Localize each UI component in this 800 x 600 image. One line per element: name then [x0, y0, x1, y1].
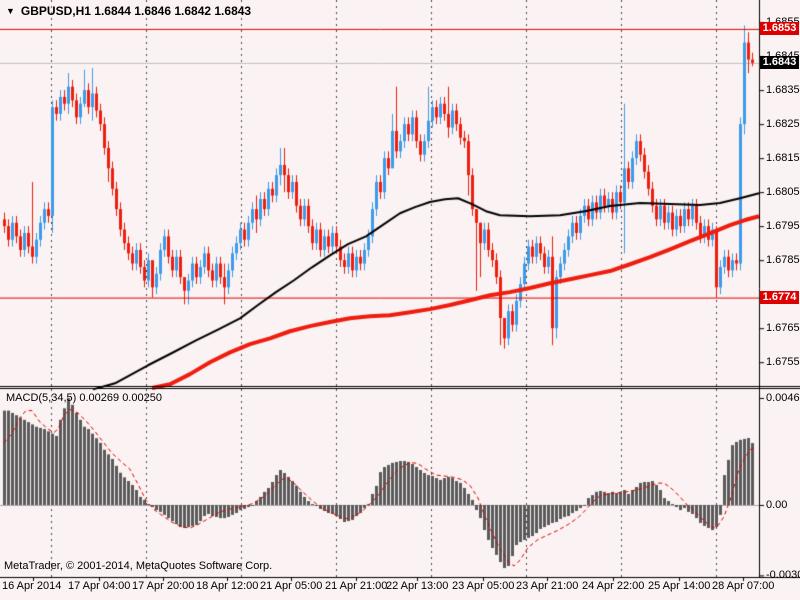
time-axis-label: 17 Apr 04:00: [68, 580, 130, 592]
macd-axis-tick-label: 0.00: [766, 499, 787, 511]
time-axis-label: 18 Apr 12:00: [196, 580, 258, 592]
time-axis-label: 21 Apr 05:00: [260, 580, 322, 592]
price-axis-tick-label: 1.6785: [766, 254, 800, 266]
price-axis-tick-label: 1.6755: [766, 356, 800, 368]
time-axis-label: 22 Apr 13:00: [386, 580, 448, 592]
price-level-badge: 1.6774: [760, 291, 799, 304]
chart-title-bar: ▼ GBPUSD,H1 1.6844 1.6846 1.6842 1.6843: [6, 4, 251, 18]
price-axis-tick-label: 1.6795: [766, 220, 800, 232]
time-axis-label: 23 Apr 21:00: [516, 580, 578, 592]
time-axis-label: 23 Apr 05:00: [452, 580, 514, 592]
macd-indicator-label: MACD(5,34,5) 0.00269 0.00250: [6, 392, 162, 404]
symbol-ohlc-title: GBPUSD,H1 1.6844 1.6846 1.6842 1.6843: [21, 4, 251, 18]
macd-axis-tick-label: 0.00465: [766, 392, 800, 404]
time-axis-label: 28 Apr 07:00: [712, 580, 774, 592]
price-chart-canvas[interactable]: [0, 0, 800, 600]
time-axis-label: 17 Apr 20:00: [132, 580, 194, 592]
time-axis-label: 24 Apr 22:00: [582, 580, 644, 592]
price-axis-tick-label: 1.6765: [766, 322, 800, 334]
time-axis-label: 21 Apr 21:00: [325, 580, 387, 592]
price-axis-tick-label: 1.6835: [766, 84, 800, 96]
chart-menu-arrow-icon[interactable]: ▼: [6, 6, 15, 16]
price-level-badge: 1.6853: [760, 22, 799, 35]
price-axis-tick-label: 1.6805: [766, 186, 800, 198]
price-axis-tick-label: 1.6825: [766, 118, 800, 130]
macd-signal-value: 0.00250: [122, 392, 162, 404]
time-axis-label: 16 Apr 2014: [2, 580, 61, 592]
macd-name: MACD(5,34,5): [6, 392, 76, 404]
time-axis-label: 25 Apr 14:00: [648, 580, 710, 592]
current-price-badge: 1.6843: [760, 56, 799, 69]
price-axis-tick-label: 1.6815: [766, 152, 800, 164]
copyright-text: MetaTrader, © 2001-2014, MetaQuotes Soft…: [4, 560, 272, 572]
macd-value: 0.00269: [79, 392, 119, 404]
